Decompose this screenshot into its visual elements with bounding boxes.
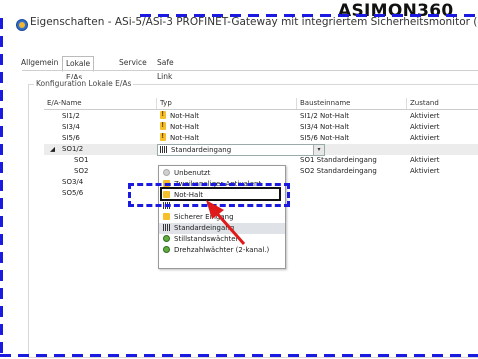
annotation-arrow-icon	[206, 200, 246, 245]
